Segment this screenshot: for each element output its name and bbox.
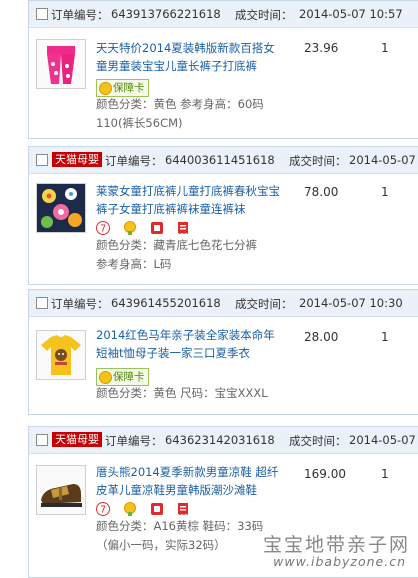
- pants-product-image: [37, 40, 85, 88]
- product-thumbnail[interactable]: [36, 39, 86, 89]
- product-quantity: 1: [381, 467, 389, 481]
- product-quantity: 1: [381, 185, 389, 199]
- guarantee-coin-icon[interactable]: [123, 221, 137, 235]
- authentic-guarantee-icon[interactable]: [150, 221, 164, 235]
- product-thumbnail[interactable]: [36, 183, 86, 233]
- order-header: 天猫母婴 订单编号： 643623142031618 成交时间： 2014-05…: [29, 427, 418, 454]
- product-title-link[interactable]: 厝头熊2014夏季新款男童凉鞋 超纤皮革儿童凉鞋男童韩版潮沙滩鞋: [96, 463, 280, 499]
- invoice-icon[interactable]: [176, 221, 190, 235]
- order-time: 2014-05-07 10:30: [299, 296, 403, 310]
- product-sku-info: 颜色分类：黄色 参考身高：60码 110(裤长56CM): [96, 95, 264, 133]
- tshirt-product-image: [37, 331, 85, 379]
- sku-line: 颜色分类：A16黄棕 鞋码：33码: [96, 519, 264, 533]
- sandal-product-image: [37, 466, 85, 514]
- order-number: 643961455201618: [111, 296, 221, 310]
- order-time-label: 成交时间：: [289, 434, 347, 448]
- service-tags: 保障卡: [96, 368, 149, 386]
- sku-line: 110(裤长56CM): [96, 116, 183, 130]
- order-time: 2014-05-07 10:57: [299, 7, 403, 21]
- order-time: 2014-05-07: [349, 153, 416, 167]
- sku-line: 颜色分类：藏青底七色花七分裤: [96, 238, 257, 252]
- product-title-link[interactable]: 天天特价2014夏装韩版新款百搭女童男童装宝宝儿童长裤子打底裤: [96, 39, 280, 75]
- order-header: 天猫母婴 订单编号： 644003611451618 成交时间： 2014-05…: [29, 147, 418, 174]
- product-quantity: 1: [381, 330, 389, 344]
- service-tags: 7: [96, 221, 199, 237]
- order-number-label: 订单编号：: [51, 297, 109, 311]
- order-checkbox[interactable]: [36, 297, 48, 309]
- product-quantity: 1: [381, 41, 389, 55]
- seven-day-return-icon[interactable]: 7: [96, 221, 110, 235]
- product-sku-info: 颜色分类：A16黄棕 鞋码：33码 （偏小一码，实际32码）: [96, 517, 263, 555]
- product-sku-info: 颜色分类：藏青底七色花七分裤 参考身高：L码: [96, 236, 257, 274]
- product-thumbnail[interactable]: [36, 465, 86, 515]
- product-thumbnail[interactable]: [36, 330, 86, 380]
- product-price: 78.00: [304, 185, 339, 199]
- sku-line: 参考身高：L码: [96, 257, 172, 271]
- order-card: 订单编号： 643961455201618 成交时间： 2014-05-07 1…: [28, 289, 418, 415]
- leggings-product-image: [37, 184, 85, 232]
- sku-line: （偏小一码，实际32码）: [96, 538, 226, 552]
- watermark-site-name: 宝宝地带亲子网: [262, 534, 410, 556]
- order-header: 订单编号： 643913766221618 成交时间： 2014-05-07 1…: [29, 1, 418, 28]
- sku-line: 颜色分类：黄色 参考身高：60码: [96, 97, 264, 111]
- service-tags: 7: [96, 502, 199, 518]
- product-price: 23.96: [304, 41, 339, 55]
- order-number: 643623142031618: [165, 433, 275, 447]
- order-number: 643913766221618: [111, 7, 221, 21]
- order-number-label: 订单编号：: [105, 434, 163, 448]
- product-price: 28.00: [304, 330, 339, 344]
- order-checkbox[interactable]: [36, 434, 48, 446]
- service-tags: 保障卡: [96, 79, 149, 97]
- product-title-link[interactable]: 2014红色马年亲子装全家装本命年短袖t恤母子装一家三口夏季衣: [96, 326, 280, 362]
- seven-day-return-icon[interactable]: 7: [96, 502, 110, 516]
- order-checkbox[interactable]: [36, 154, 48, 166]
- invoice-icon[interactable]: [176, 502, 190, 516]
- product-sku-info: 颜色分类：黄色 尺码：宝宝XXXL: [96, 384, 268, 403]
- tmall-baby-badge: 天猫母婴: [52, 432, 102, 447]
- order-number-label: 订单编号：: [51, 8, 109, 22]
- order-checkbox[interactable]: [36, 8, 48, 20]
- order-time-label: 成交时间：: [235, 297, 293, 311]
- coin-icon: [99, 82, 112, 95]
- authentic-guarantee-icon[interactable]: [150, 502, 164, 516]
- coin-icon: [99, 371, 112, 384]
- order-time-label: 成交时间：: [235, 8, 293, 22]
- watermark-url: www.ibabyzone.cn: [273, 554, 406, 569]
- svg-text:7: 7: [100, 224, 106, 235]
- product-title-link[interactable]: 莱蒙女童打底裤儿童打底裤春秋宝宝裤子女童打底裤裤袜童连裤袜: [96, 182, 280, 218]
- order-card: 订单编号： 643913766221618 成交时间： 2014-05-07 1…: [28, 0, 418, 139]
- order-card: 天猫母婴 订单编号： 644003611451618 成交时间： 2014-05…: [28, 146, 418, 285]
- guarantee-coin-icon[interactable]: [123, 502, 137, 516]
- tmall-baby-badge: 天猫母婴: [52, 152, 102, 167]
- order-time-label: 成交时间：: [289, 154, 347, 168]
- order-number-label: 订单编号：: [105, 154, 163, 168]
- order-header: 订单编号： 643961455201618 成交时间： 2014-05-07 1…: [29, 290, 418, 317]
- order-number: 644003611451618: [165, 153, 275, 167]
- order-time: 2014-05-07: [349, 433, 416, 447]
- svg-text:7: 7: [100, 505, 106, 516]
- sku-line: 颜色分类：黄色 尺码：宝宝XXXL: [96, 386, 268, 400]
- product-price: 169.00: [304, 467, 346, 481]
